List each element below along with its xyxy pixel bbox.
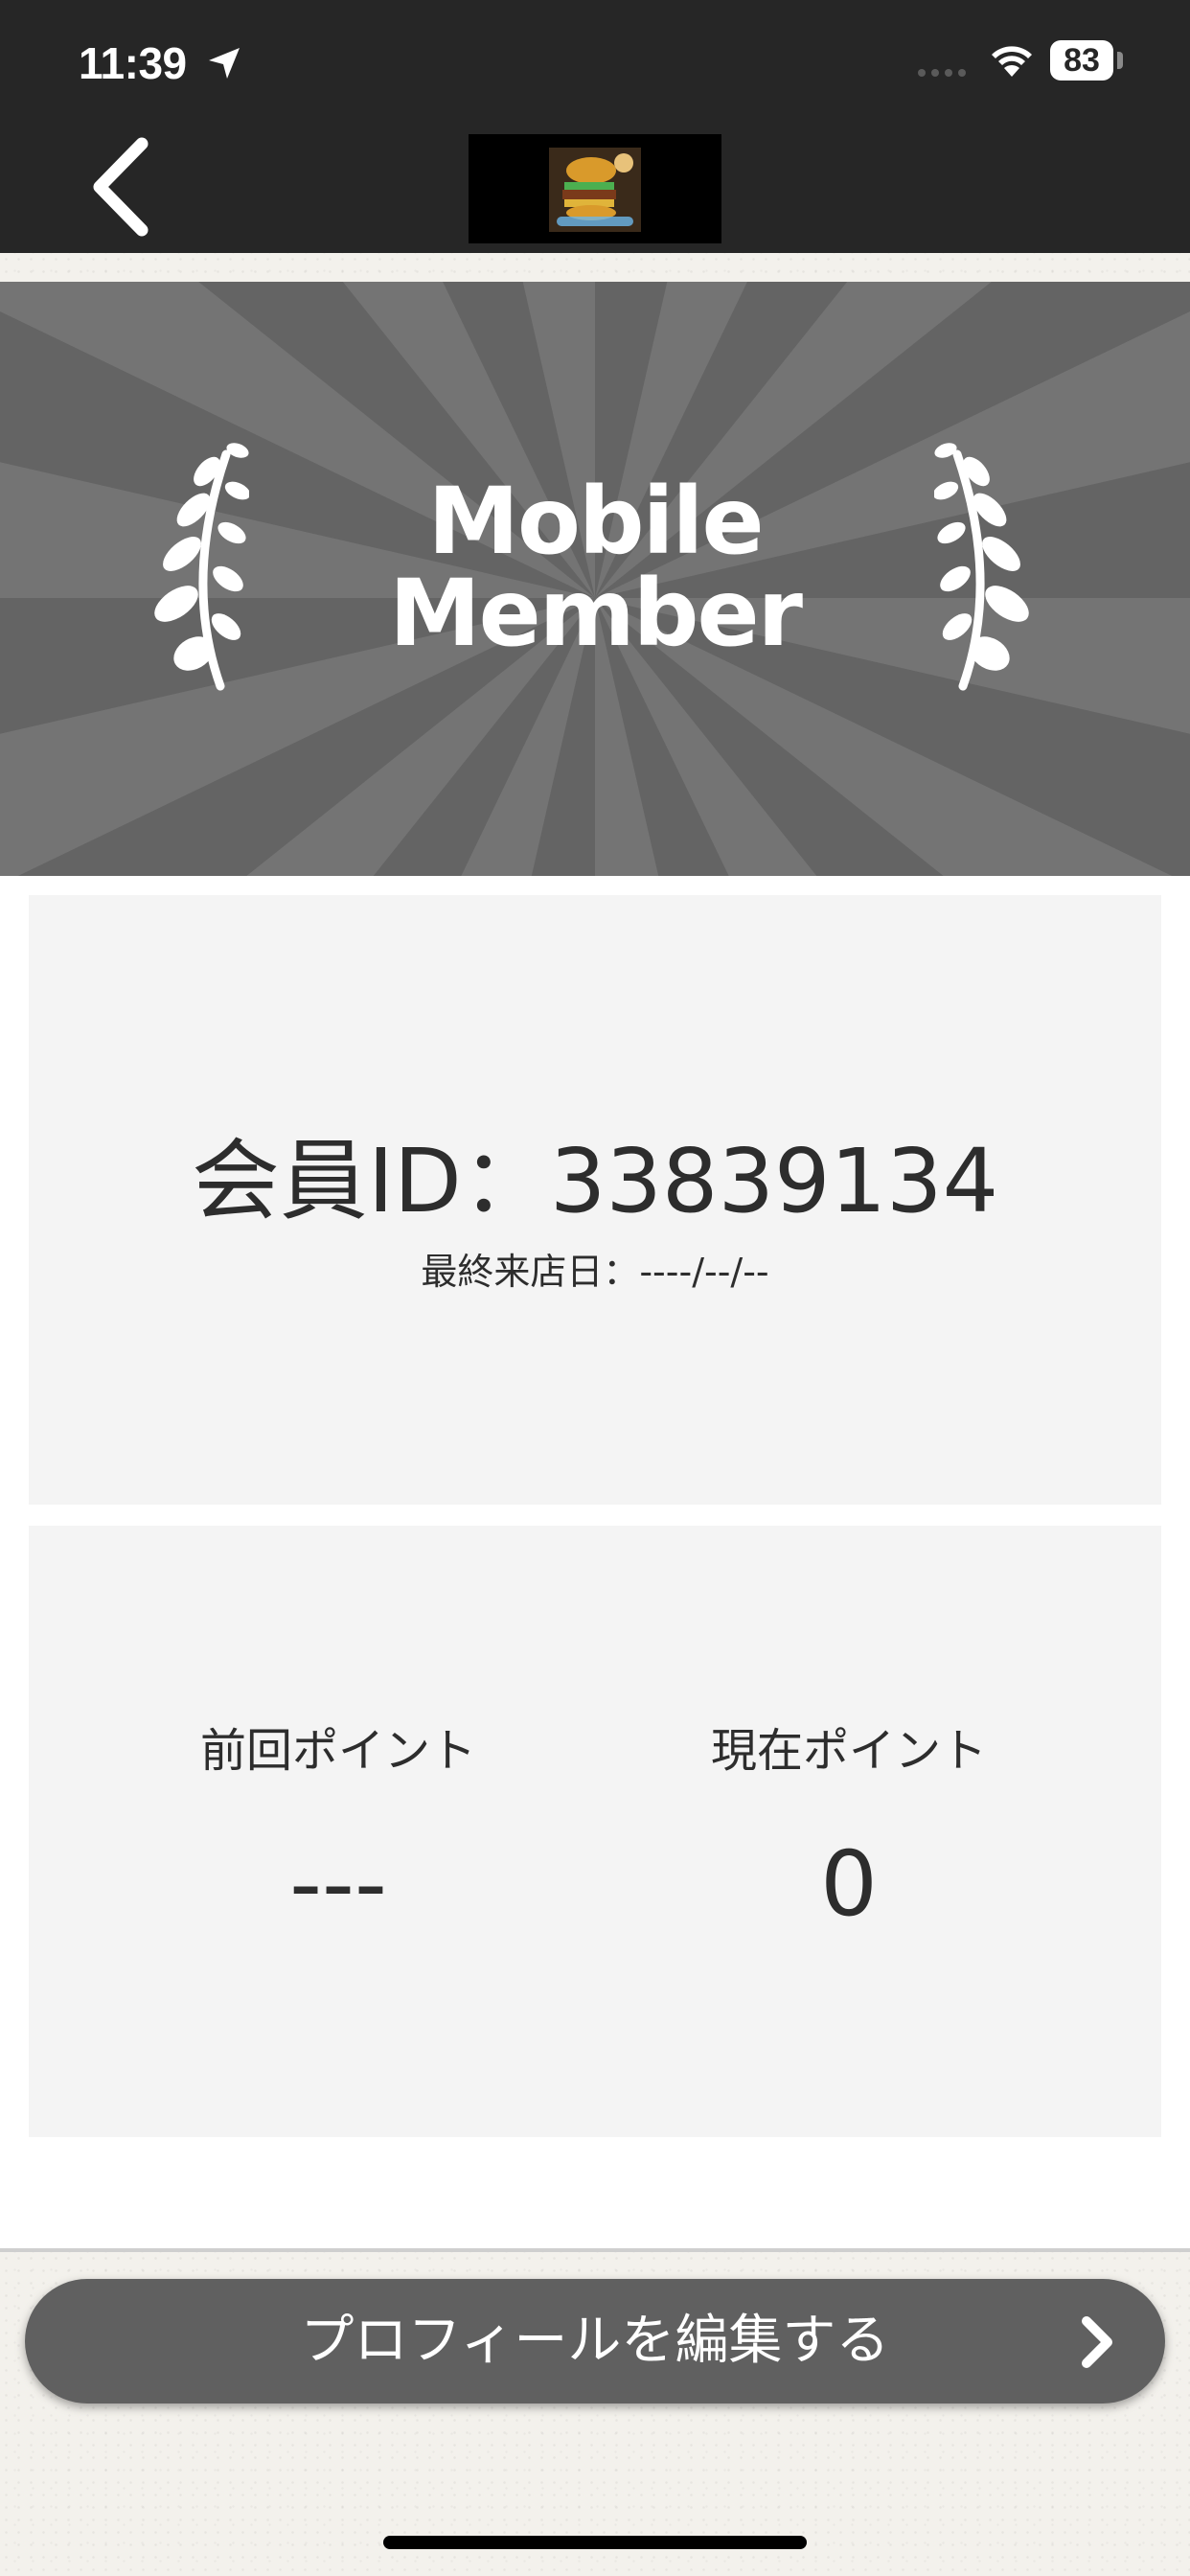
- previous-points-label: 前回ポイント: [199, 1724, 476, 1778]
- shop-logo: [469, 134, 721, 243]
- banner-title: Mobile Member: [308, 475, 882, 659]
- status-time: 11:39: [79, 38, 187, 88]
- member-id: 会員ID：33839134: [191, 1130, 999, 1232]
- current-points-value: 0: [820, 1832, 878, 1937]
- banner-title-line1: Mobile: [427, 468, 764, 575]
- burger-logo-icon: [549, 148, 641, 232]
- member-banner: Mobile Member: [0, 282, 1190, 876]
- wifi-icon: [992, 46, 1032, 77]
- points-card: [29, 1526, 1161, 2137]
- location-arrow-icon: [209, 48, 240, 79]
- banner-title-line2: Member: [389, 560, 803, 667]
- last-visit-date: 最終来店日：----/--/--: [421, 1251, 769, 1293]
- home-indicator: [383, 2536, 807, 2549]
- laurel-branch-icon: [154, 443, 249, 691]
- battery-nub: [1117, 52, 1123, 69]
- chevron-right-icon[interactable]: [1075, 2313, 1119, 2371]
- texture-strip: [0, 253, 1190, 282]
- edit-profile-label[interactable]: プロフィールを編集する: [25, 2279, 1165, 2404]
- current-points-label: 現在ポイント: [710, 1724, 987, 1778]
- chevron-left-icon[interactable]: [84, 134, 161, 240]
- previous-points-value: ---: [289, 1832, 387, 1937]
- battery-indicator: 83: [1050, 40, 1113, 80]
- signal-icon: [918, 69, 966, 77]
- laurel-branch-icon: [934, 443, 1029, 691]
